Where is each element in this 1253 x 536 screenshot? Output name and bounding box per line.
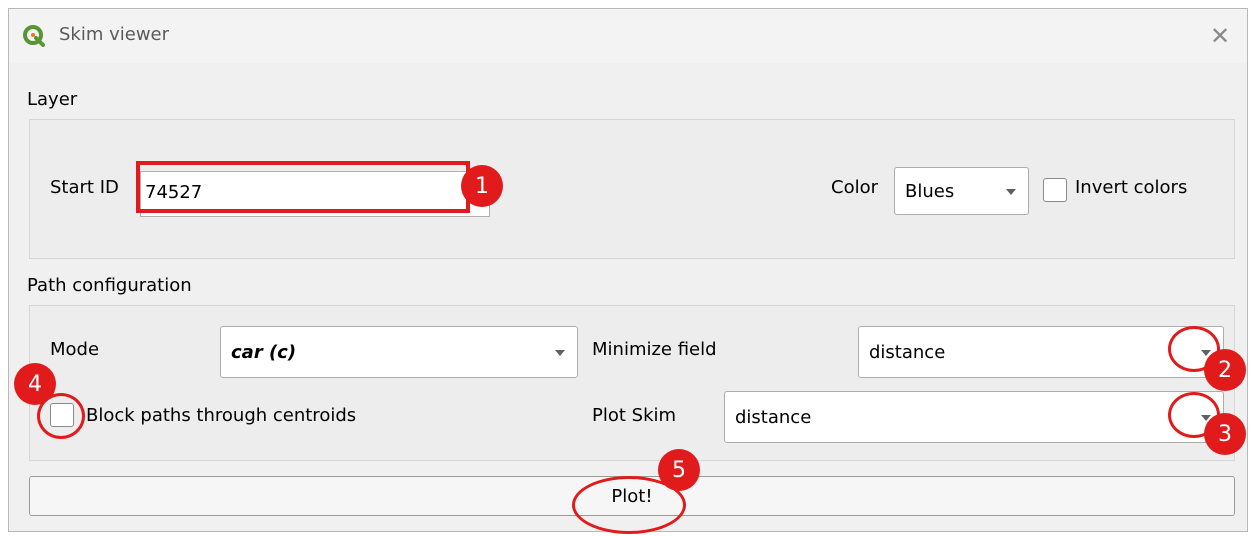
start-id-label: Start ID <box>50 177 119 198</box>
chevron-down-icon <box>1006 189 1016 195</box>
minimize-field-value: distance <box>869 341 946 363</box>
skim-viewer-window: Skim viewer ✕ Layer Start ID 74527 Color… <box>8 8 1248 532</box>
callout-badge-3: 3 <box>1204 413 1246 455</box>
window-title: Skim viewer <box>59 24 170 45</box>
plot-skim-combo[interactable]: distance <box>724 391 1224 443</box>
title-bar: Skim viewer ✕ <box>9 9 1247 63</box>
close-icon: ✕ <box>1209 22 1231 50</box>
path-config-section-label: Path configuration <box>27 275 192 296</box>
block-centroids-label: Block paths through centroids <box>86 405 357 426</box>
color-label: Color <box>831 177 878 198</box>
highlight-start-id <box>136 161 470 213</box>
invert-colors-checkbox[interactable] <box>1043 178 1067 202</box>
callout-badge-1: 1 <box>461 165 503 207</box>
mode-combo-value: car (c) <box>231 341 297 363</box>
path-config-group: Mode car (c) Minimize field distance Blo… <box>29 305 1235 461</box>
layer-section-label: Layer <box>27 89 78 110</box>
close-button[interactable]: ✕ <box>1193 9 1247 63</box>
color-combo-value: Blues <box>905 180 955 202</box>
color-combo[interactable]: Blues <box>894 167 1029 215</box>
minimize-field-label: Minimize field <box>592 339 717 360</box>
chevron-down-icon <box>555 350 565 356</box>
invert-colors-label: Invert colors <box>1075 177 1188 198</box>
callout-badge-5: 5 <box>658 449 700 491</box>
callout-badge-2: 2 <box>1204 349 1246 391</box>
mode-label: Mode <box>50 339 100 360</box>
plot-skim-label: Plot Skim <box>592 405 677 426</box>
mode-combo[interactable]: car (c) <box>220 326 578 378</box>
callout-badge-4: 4 <box>14 363 56 405</box>
plot-skim-value: distance <box>735 406 812 428</box>
qgis-logo-icon <box>23 25 45 47</box>
